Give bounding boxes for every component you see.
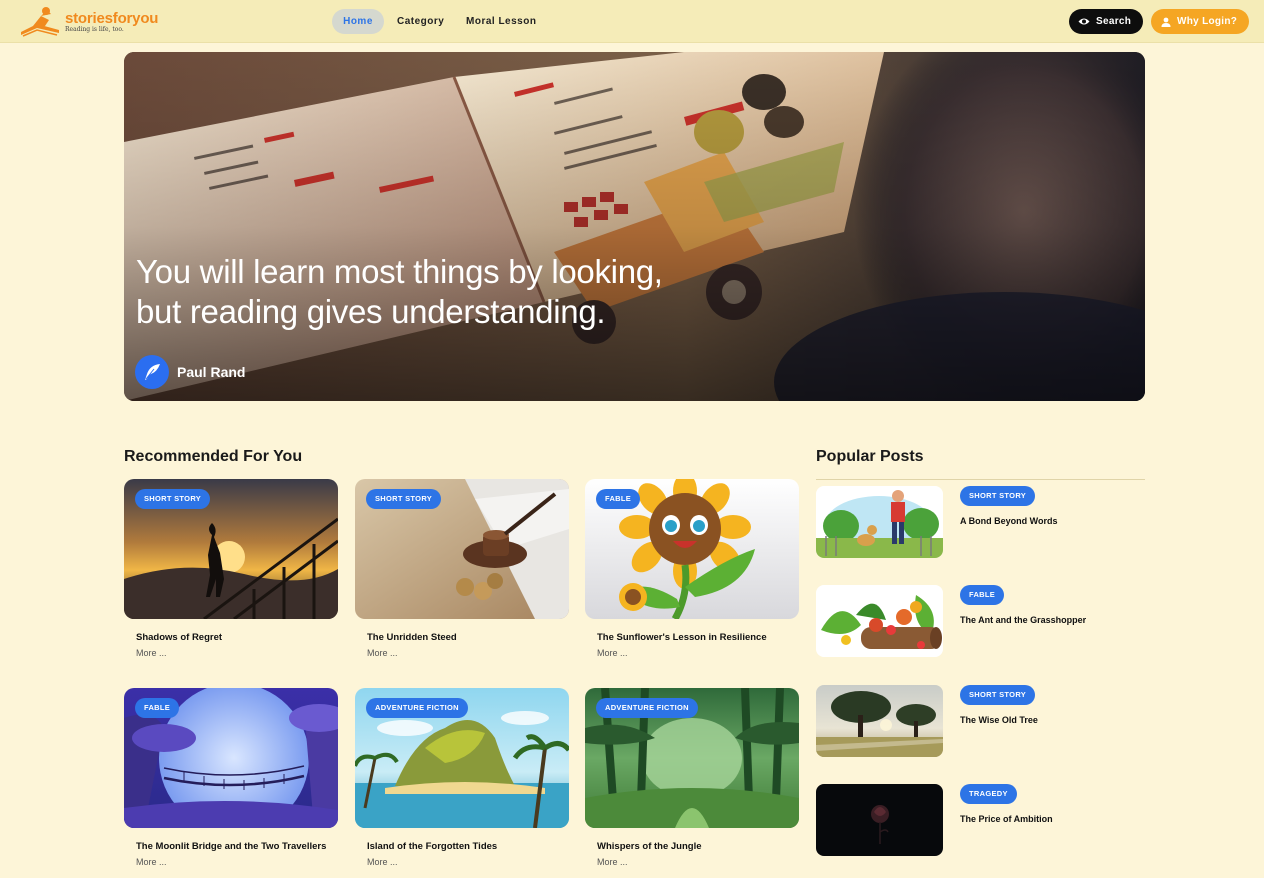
hero-quote-line-2: but reading gives understanding. [136, 293, 606, 330]
category-badge[interactable]: SHORT STORY [960, 486, 1036, 506]
hero-banner: You will learn most things by looking, b… [124, 52, 1145, 401]
search-button-label: Search [1096, 16, 1132, 27]
brand-logo[interactable]: storiesforyou Reading is life, too. [19, 6, 159, 38]
popular-post[interactable]: TRAGEDY The Price of Ambition [816, 784, 1145, 856]
nav-category[interactable]: Category [386, 9, 455, 34]
reader-on-book-icon [21, 7, 59, 37]
category-badge[interactable]: SHORT STORY [135, 489, 211, 509]
category-badge[interactable]: ADVENTURE FICTION [366, 698, 468, 718]
hero-quote: You will learn most things by looking, b… [136, 252, 776, 332]
popular-post-title[interactable]: The Ant and the Grasshopper [960, 615, 1086, 625]
hero-background-image [124, 52, 1145, 401]
hero-quote-line-1: You will learn most things by looking, [136, 253, 663, 290]
brand-tagline: Reading is life, too. [65, 26, 124, 33]
nav-moral-lesson[interactable]: Moral Lesson [455, 9, 547, 34]
category-badge[interactable]: FABLE [960, 585, 1005, 605]
category-badge[interactable]: TRAGEDY [960, 784, 1017, 804]
user-icon [1161, 17, 1171, 27]
more-link[interactable]: More ... [367, 648, 398, 658]
recommended-title: Recommended For You [124, 448, 303, 465]
popular-post[interactable]: SHORT STORY The Wise Old Tree [816, 685, 1145, 757]
hero-author[interactable]: Paul Rand [135, 355, 245, 389]
story-card[interactable]: FABLE The Moonlit Bridge and the Two Tra… [124, 688, 338, 878]
story-title[interactable]: Shadows of Regret [136, 632, 222, 643]
story-card[interactable]: FABLE The Sunflower's Lesson in Resilien… [585, 479, 799, 669]
popular-thumbnail[interactable] [816, 685, 943, 757]
popular-post-title[interactable]: A Bond Beyond Words [960, 516, 1058, 526]
story-card[interactable]: SHORT STORY The Unridden Steed More ... [355, 479, 569, 669]
feather-icon [135, 355, 169, 389]
popular-post[interactable]: SHORT STORY A Bond Beyond Words [816, 486, 1145, 558]
story-title[interactable]: The Sunflower's Lesson in Resilience [597, 632, 767, 643]
popular-thumbnail[interactable] [816, 486, 943, 558]
more-link[interactable]: More ... [136, 648, 167, 658]
popular-thumbnail[interactable] [816, 585, 943, 657]
nav-home[interactable]: Home [332, 9, 384, 34]
top-navbar: storiesforyou Reading is life, too. Home… [0, 0, 1264, 43]
brand-name: storiesforyou [65, 10, 159, 27]
popular-divider [816, 479, 1145, 480]
story-card[interactable]: SHORT STORY Shadows of Regret More ... [124, 479, 338, 669]
story-title[interactable]: Whispers of the Jungle [597, 841, 702, 852]
why-login-label: Why Login? [1177, 16, 1238, 27]
category-badge[interactable]: FABLE [135, 698, 180, 718]
search-button[interactable]: Search [1069, 9, 1143, 34]
popular-post-title[interactable]: The Price of Ambition [960, 814, 1053, 824]
category-badge[interactable]: FABLE [596, 489, 641, 509]
why-login-button[interactable]: Why Login? [1151, 9, 1249, 34]
story-title[interactable]: The Unridden Steed [367, 632, 457, 643]
more-link[interactable]: More ... [367, 857, 398, 867]
more-link[interactable]: More ... [597, 648, 628, 658]
author-name: Paul Rand [177, 364, 246, 380]
popular-post-title[interactable]: The Wise Old Tree [960, 715, 1038, 725]
category-badge[interactable]: ADVENTURE FICTION [596, 698, 698, 718]
more-link[interactable]: More ... [597, 857, 628, 867]
popular-posts-title: Popular Posts [816, 448, 924, 465]
story-title[interactable]: Island of the Forgotten Tides [367, 841, 497, 852]
story-title[interactable]: The Moonlit Bridge and the Two Traveller… [136, 841, 326, 852]
category-badge[interactable]: SHORT STORY [366, 489, 442, 509]
popular-post[interactable]: FABLE The Ant and the Grasshopper [816, 585, 1145, 657]
popular-thumbnail[interactable] [816, 784, 943, 856]
more-link[interactable]: More ... [136, 857, 167, 867]
category-badge[interactable]: SHORT STORY [960, 685, 1036, 705]
eye-icon [1078, 18, 1090, 25]
story-card[interactable]: ADVENTURE FICTION Whispers of the Jungle… [585, 688, 799, 878]
story-card[interactable]: ADVENTURE FICTION Island of the Forgotte… [355, 688, 569, 878]
